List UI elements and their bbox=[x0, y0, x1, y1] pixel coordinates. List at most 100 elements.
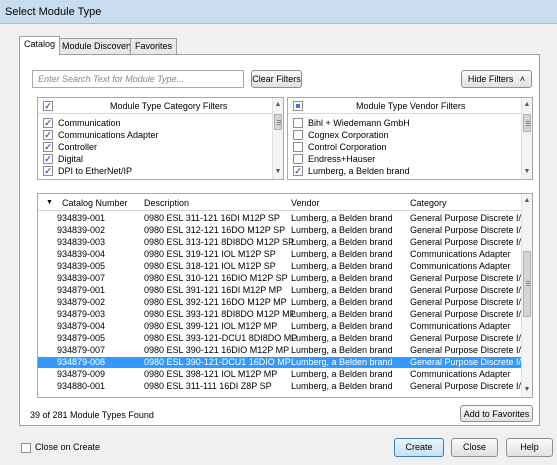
vendor-select-all-checkbox[interactable] bbox=[293, 101, 303, 111]
vendor-filter-item[interactable]: Cognex Corporation bbox=[288, 130, 522, 141]
scroll-up-icon[interactable]: ▲ bbox=[522, 196, 532, 206]
table-row[interactable]: 934879-007 0980 ESL 390-121 16DIO M12P MP… bbox=[38, 345, 528, 356]
table-row[interactable]: 934879-005 0980 ESL 393-121-DCU1 8DI8DO M… bbox=[38, 333, 528, 344]
cell-description: 0980 ESL 311-111 16DI Z8P SP bbox=[144, 381, 272, 391]
cell-description: 0980 ESL 393-121-DCU1 8DI8DO MP bbox=[144, 333, 298, 343]
cell-category: General Purpose Discrete I/O bbox=[410, 297, 529, 307]
checkbox[interactable] bbox=[293, 166, 303, 176]
checkbox[interactable] bbox=[43, 118, 53, 128]
module-type-grid: ▼ Catalog Number Description Vendor Cate… bbox=[37, 193, 533, 398]
table-row[interactable]: 934879-003 0980 ESL 393-121 8DI8DO M12P M… bbox=[38, 309, 528, 320]
category-filter-list: Module Type Category Filters Communicati… bbox=[37, 97, 284, 180]
checkbox[interactable] bbox=[293, 130, 303, 140]
cell-vendor: Lumberg, a Belden brand bbox=[291, 321, 393, 331]
filter-label: Cognex Corporation bbox=[308, 130, 389, 140]
close-on-create-checkbox[interactable] bbox=[21, 443, 31, 453]
checkbox[interactable] bbox=[293, 142, 303, 152]
checkbox[interactable] bbox=[293, 118, 303, 128]
checkbox[interactable] bbox=[293, 154, 303, 164]
module-count-status: 39 of 281 Module Types Found bbox=[30, 410, 154, 420]
cell-description: 0980 ESL 390-121-DCU1 16DIO MP bbox=[144, 357, 291, 367]
table-row[interactable]: 934879-004 0980 ESL 399-121 IOL M12P MP Lu… bbox=[38, 321, 521, 332]
sort-down-icon[interactable]: ▼ bbox=[46, 199, 53, 206]
table-row[interactable]: 934879-009 0980 ESL 398-121 IOL M12P MP Lu… bbox=[38, 369, 521, 380]
clear-filters-button[interactable]: Clear Filters bbox=[251, 70, 302, 88]
create-button[interactable]: Create bbox=[394, 438, 444, 457]
table-row[interactable]: 934839-004 0980 ESL 319-121 IOL M12P SP Lu… bbox=[38, 249, 521, 260]
category-filter-item[interactable]: DPI to EtherNet/IP bbox=[38, 166, 273, 177]
help-button[interactable]: Help bbox=[506, 438, 553, 457]
vendor-scrollbar[interactable]: ▲ ▼ bbox=[521, 98, 532, 179]
cell-catalog-number: 934839-005 bbox=[57, 261, 106, 271]
search-input[interactable]: Enter Search Text for Module Type... bbox=[32, 70, 244, 88]
category-filter-item[interactable]: Communication bbox=[38, 118, 273, 129]
scroll-up-icon[interactable]: ▲ bbox=[522, 100, 532, 110]
table-row[interactable]: 934839-007 0980 ESL 310-121 16DIO M12P SP… bbox=[38, 273, 528, 284]
table-row[interactable]: 934879-008 0980 ESL 390-121-DCU1 16DIO MP… bbox=[38, 357, 528, 368]
checkbox[interactable] bbox=[43, 130, 53, 140]
title-bar: Select Module Type bbox=[0, 0, 557, 24]
double-chevron-up-icon: ˄ bbox=[519, 74, 526, 84]
category-filter-item[interactable]: Digital bbox=[38, 154, 273, 165]
filter-label: Communication bbox=[58, 118, 121, 128]
cell-catalog-number: 934879-005 bbox=[57, 333, 106, 343]
cell-category: General Purpose Discrete I/O bbox=[410, 273, 529, 283]
cell-description: 0980 ESL 390-121 16DIO M12P MP bbox=[144, 345, 290, 355]
scroll-up-icon[interactable]: ▲ bbox=[273, 100, 283, 110]
cell-vendor: Lumberg, a Belden brand bbox=[291, 273, 393, 283]
cell-category: General Purpose Discrete I/O bbox=[410, 381, 529, 391]
table-row[interactable]: 934879-001 0980 ESL 391-121 16DI M12P MP L… bbox=[38, 285, 528, 296]
cell-category: Communications Adapter bbox=[410, 321, 511, 331]
column-header-vendor[interactable]: Vendor bbox=[291, 198, 320, 208]
cell-description: 0980 ESL 399-121 IOL M12P MP bbox=[144, 321, 278, 331]
cell-description: 0980 ESL 392-121 16DO M12P MP bbox=[144, 297, 287, 307]
table-row[interactable]: 934839-003 0980 ESL 313-121 8DI8DO M12P S… bbox=[38, 237, 528, 248]
category-filter-item[interactable]: Communications Adapter bbox=[38, 130, 273, 141]
table-row[interactable]: 934839-001 0980 ESL 311-121 16DI M12P SP L… bbox=[38, 213, 528, 224]
hide-filters-button[interactable]: Hide Filters ˄ bbox=[461, 70, 532, 88]
cell-vendor: Lumberg, a Belden brand bbox=[291, 297, 393, 307]
cell-catalog-number: 934879-002 bbox=[57, 297, 106, 307]
add-to-favorites-button[interactable]: Add to Favorites bbox=[460, 405, 533, 422]
column-header-description[interactable]: Description bbox=[144, 198, 189, 208]
table-row[interactable]: 934880-001 0980 ESL 311-111 16DI Z8P SP Lu… bbox=[38, 381, 528, 392]
scroll-down-icon[interactable]: ▼ bbox=[522, 385, 532, 395]
scroll-thumb[interactable] bbox=[523, 251, 531, 317]
scroll-thumb[interactable] bbox=[274, 114, 282, 130]
vendor-filter-item[interactable]: Lumberg, a Belden brand bbox=[288, 166, 522, 177]
checkbox[interactable] bbox=[43, 154, 53, 164]
tab-module-discovery[interactable]: Module Discovery bbox=[57, 38, 139, 54]
grid-scrollbar[interactable]: ▲ ▼ bbox=[521, 194, 532, 397]
cell-description: 0980 ESL 393-121 8DI8DO M12P MP bbox=[144, 309, 296, 319]
vendor-filter-item[interactable]: Endress+Hauser bbox=[288, 154, 522, 165]
cell-vendor: Lumberg, a Belden brand bbox=[291, 225, 393, 235]
cell-description: 0980 ESL 313-121 8DI8DO M12P SP bbox=[144, 237, 295, 247]
vendor-filter-title: Module Type Vendor Filters bbox=[356, 101, 466, 111]
category-select-all-checkbox[interactable] bbox=[43, 101, 53, 111]
vendor-filter-item[interactable]: Control Corporation bbox=[288, 142, 522, 153]
checkbox[interactable] bbox=[43, 166, 53, 176]
category-filter-item[interactable]: Controller bbox=[38, 142, 273, 153]
scroll-down-icon[interactable]: ▼ bbox=[273, 167, 283, 177]
checkbox[interactable] bbox=[43, 142, 53, 152]
close-button[interactable]: Close bbox=[451, 438, 498, 457]
column-header-catalog-number[interactable]: Catalog Number bbox=[62, 198, 128, 208]
scroll-thumb[interactable] bbox=[523, 114, 531, 132]
cell-catalog-number: 934879-009 bbox=[57, 369, 106, 379]
cell-description: 0980 ESL 312-121 16DO M12P SP bbox=[144, 225, 286, 235]
cell-description: 0980 ESL 398-121 IOL M12P MP bbox=[144, 369, 278, 379]
filter-label: Digital bbox=[58, 154, 84, 164]
tab-favorites[interactable]: Favorites bbox=[130, 38, 178, 54]
category-scrollbar[interactable]: ▲ ▼ bbox=[272, 98, 283, 179]
cell-vendor: Lumberg, a Belden brand bbox=[291, 249, 393, 259]
table-row[interactable]: 934879-002 0980 ESL 392-121 16DO M12P MP L… bbox=[38, 297, 528, 308]
vendor-filter-item[interactable]: Bihl + Wiedemann GmbH bbox=[288, 118, 522, 129]
table-row[interactable]: 934839-005 0980 ESL 318-121 IOL M12P SP Lu… bbox=[38, 261, 521, 272]
column-header-category[interactable]: Category bbox=[410, 198, 447, 208]
cell-catalog-number: 934879-004 bbox=[57, 321, 106, 331]
cell-category: General Purpose Discrete I/O bbox=[410, 345, 529, 355]
table-row[interactable]: 934839-002 0980 ESL 312-121 16DO M12P SP L… bbox=[38, 225, 528, 236]
cell-vendor: Lumberg, a Belden brand bbox=[291, 369, 393, 379]
tab-catalog[interactable]: Catalog bbox=[19, 36, 61, 55]
scroll-down-icon[interactable]: ▼ bbox=[522, 167, 532, 177]
